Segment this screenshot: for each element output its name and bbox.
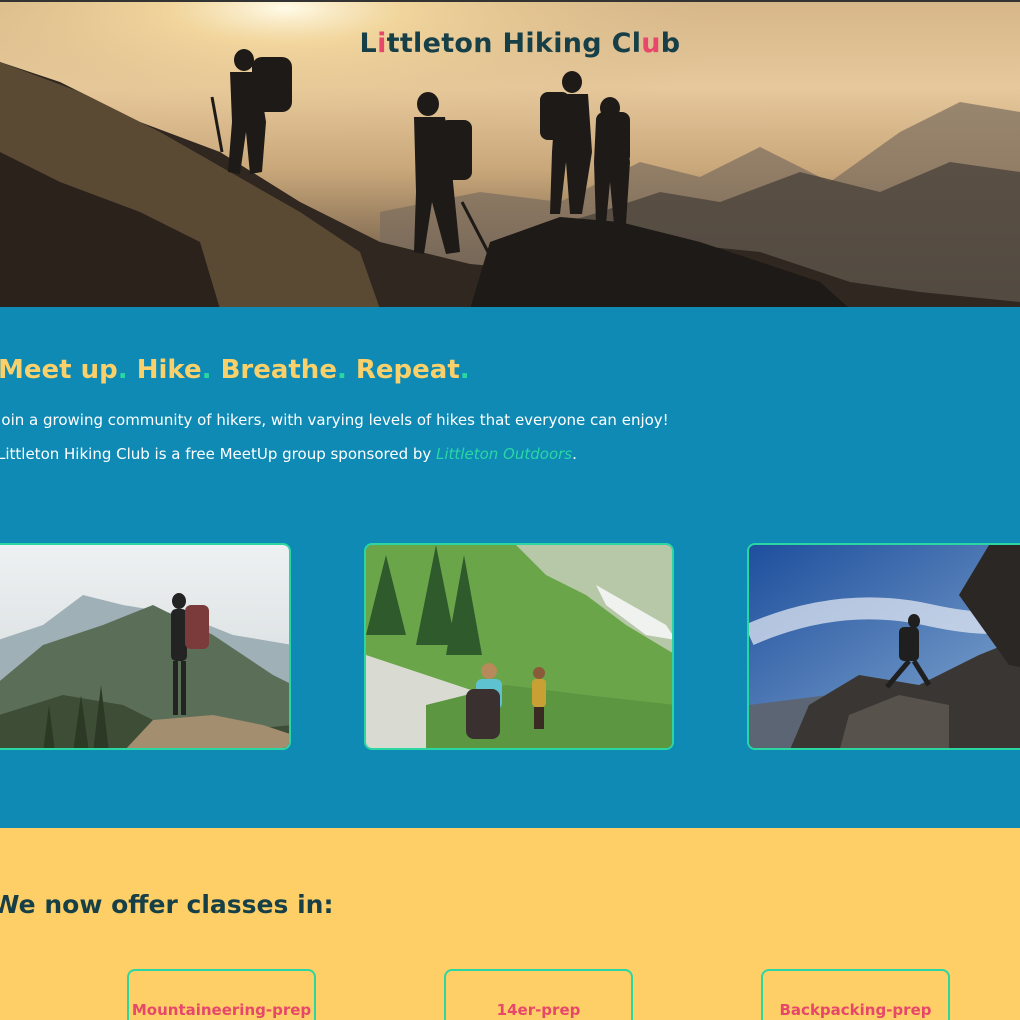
sponsor-link[interactable]: Littleton Outdoors xyxy=(436,445,572,463)
tagline-dot: . xyxy=(459,355,470,385)
class-card-backpacking[interactable]: Backpacking-prep xyxy=(761,969,950,1020)
title-part: L xyxy=(359,28,378,59)
sponsor-text: Littleton Hiking Club is a free MeetUp g… xyxy=(0,445,437,463)
class-card-label: Mountaineering-prep xyxy=(131,1001,312,1019)
tagline-word: Meet up xyxy=(0,355,118,385)
tagline-dot: . xyxy=(201,355,212,385)
tagline-dot: . xyxy=(117,355,128,385)
class-card-label: 14er-prep xyxy=(496,1001,581,1019)
title-part: b xyxy=(660,28,681,59)
class-card-14er[interactable]: 14er-prep xyxy=(444,969,633,1020)
sponsor-period: . xyxy=(572,445,577,463)
hiker-mountain-view-photo xyxy=(0,543,291,750)
sponsor-line: Littleton Hiking Club is a free MeetUp g… xyxy=(0,445,577,463)
tagline-word: Breathe xyxy=(220,355,337,385)
class-card-label: Backpacking-prep xyxy=(779,1001,932,1019)
tagline: Meet up. Hike. Breathe. Repeat. xyxy=(0,355,470,385)
class-card-mountaineering[interactable]: Mountaineering-prep xyxy=(127,969,316,1020)
intro-description: Join a growing community of hikers, with… xyxy=(0,411,669,429)
intro-section: Meet up. Hike. Breathe. Repeat. Join a g… xyxy=(0,307,1020,828)
tagline-word: Hike xyxy=(136,355,202,385)
classes-section: We now offer classes in: Mountaineering-… xyxy=(0,828,1020,1020)
title-accent: i xyxy=(377,28,387,59)
classes-heading: We now offer classes in: xyxy=(0,890,334,919)
tagline-word: Repeat xyxy=(355,355,460,385)
hiker-climbing-rocks-photo xyxy=(747,543,1020,750)
tagline-dot: . xyxy=(336,355,347,385)
title-accent: u xyxy=(641,28,661,59)
site-title[interactable]: Littleton Hiking Club xyxy=(0,28,1020,59)
hero-banner: Littleton Hiking Club xyxy=(0,0,1020,307)
title-part: ttleton Hiking Cl xyxy=(386,28,642,59)
hikers-alpine-meadow-photo xyxy=(364,543,674,750)
